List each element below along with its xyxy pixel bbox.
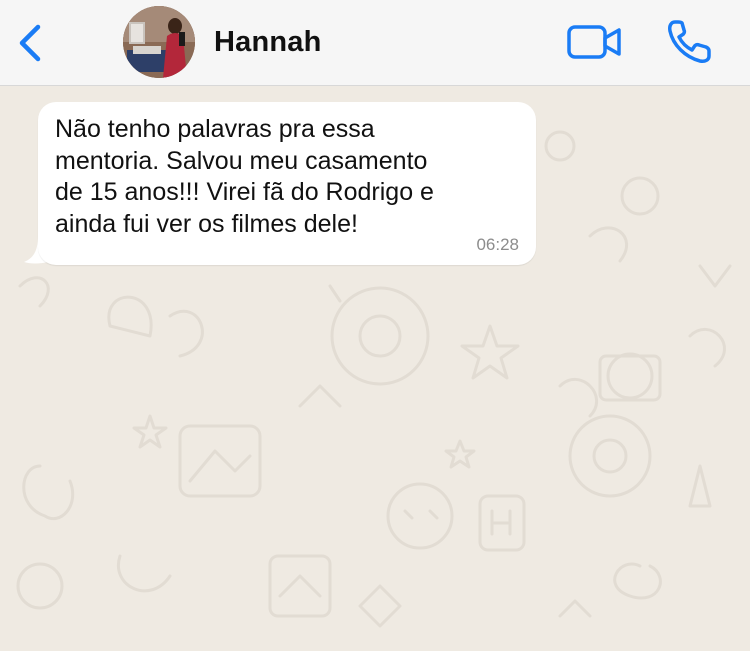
avatar[interactable] bbox=[123, 6, 195, 78]
chevron-left-icon bbox=[19, 24, 41, 62]
video-call-button[interactable] bbox=[566, 22, 624, 62]
video-camera-icon bbox=[567, 25, 621, 59]
phone-icon bbox=[668, 20, 711, 63]
message-timestamp: 06:28 bbox=[476, 235, 519, 254]
contact-name[interactable]: Hannah bbox=[214, 26, 322, 59]
message-text: Não tenho palavras pra essa mentoria. Sa… bbox=[55, 115, 434, 238]
message-bubble[interactable]: Não tenho palavras pra essa mentoria. Sa… bbox=[38, 102, 536, 265]
chat-header: Hannah bbox=[0, 0, 750, 86]
back-button[interactable] bbox=[12, 22, 52, 66]
voice-call-button[interactable] bbox=[665, 18, 715, 66]
